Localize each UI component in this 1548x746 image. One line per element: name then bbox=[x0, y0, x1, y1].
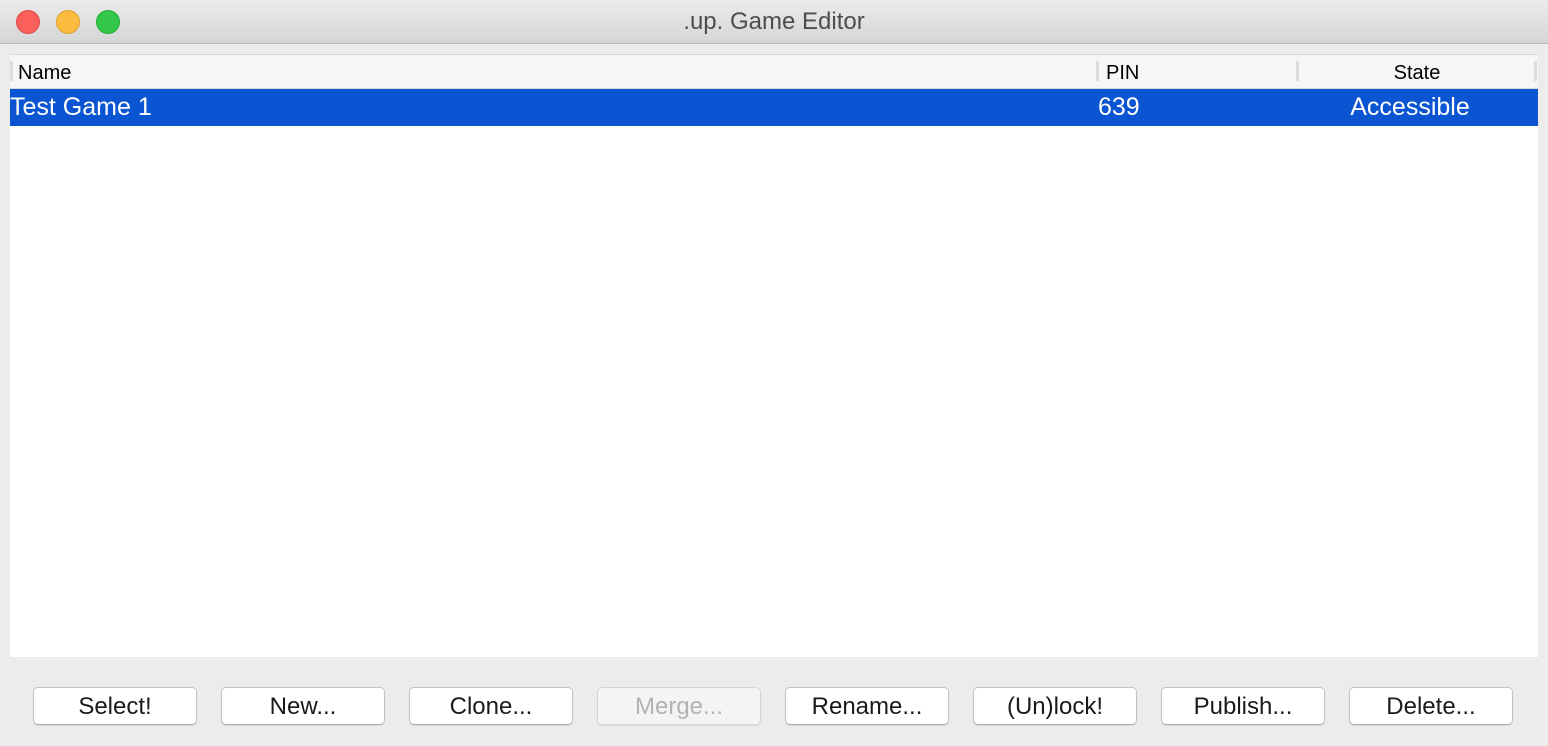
column-header-pin[interactable]: PIN bbox=[1106, 55, 1139, 88]
select-button[interactable]: Select! bbox=[33, 687, 197, 725]
new-button[interactable]: New... bbox=[221, 687, 385, 725]
game-editor-window: .up. Game Editor Name PIN State Test Gam… bbox=[0, 0, 1548, 746]
column-separator[interactable] bbox=[1296, 61, 1299, 81]
merge-button[interactable]: Merge... bbox=[597, 687, 761, 725]
table-row[interactable]: Test Game 1 639 Accessible bbox=[10, 89, 1538, 126]
unlock-button[interactable]: (Un)lock! bbox=[973, 687, 1137, 725]
column-separator bbox=[1534, 61, 1537, 81]
rename-button[interactable]: Rename... bbox=[785, 687, 949, 725]
title-bar[interactable]: .up. Game Editor bbox=[0, 0, 1548, 44]
column-separator[interactable] bbox=[1096, 61, 1099, 81]
table-header: Name PIN State bbox=[10, 55, 1538, 89]
publish-button[interactable]: Publish... bbox=[1161, 687, 1325, 725]
cell-pin: 639 bbox=[1098, 89, 1140, 126]
games-table[interactable]: Name PIN State Test Game 1 639 Accessibl… bbox=[10, 54, 1538, 657]
cell-state: Accessible bbox=[1300, 89, 1520, 126]
column-header-name[interactable]: Name bbox=[18, 55, 71, 88]
clone-button[interactable]: Clone... bbox=[409, 687, 573, 725]
column-separator bbox=[10, 61, 13, 81]
window-title: .up. Game Editor bbox=[0, 8, 1548, 36]
delete-button[interactable]: Delete... bbox=[1349, 687, 1513, 725]
column-header-state[interactable]: State bbox=[1300, 55, 1534, 88]
action-toolbar: Select! New... Clone... Merge... Rename.… bbox=[0, 687, 1548, 727]
cell-name: Test Game 1 bbox=[10, 89, 152, 126]
